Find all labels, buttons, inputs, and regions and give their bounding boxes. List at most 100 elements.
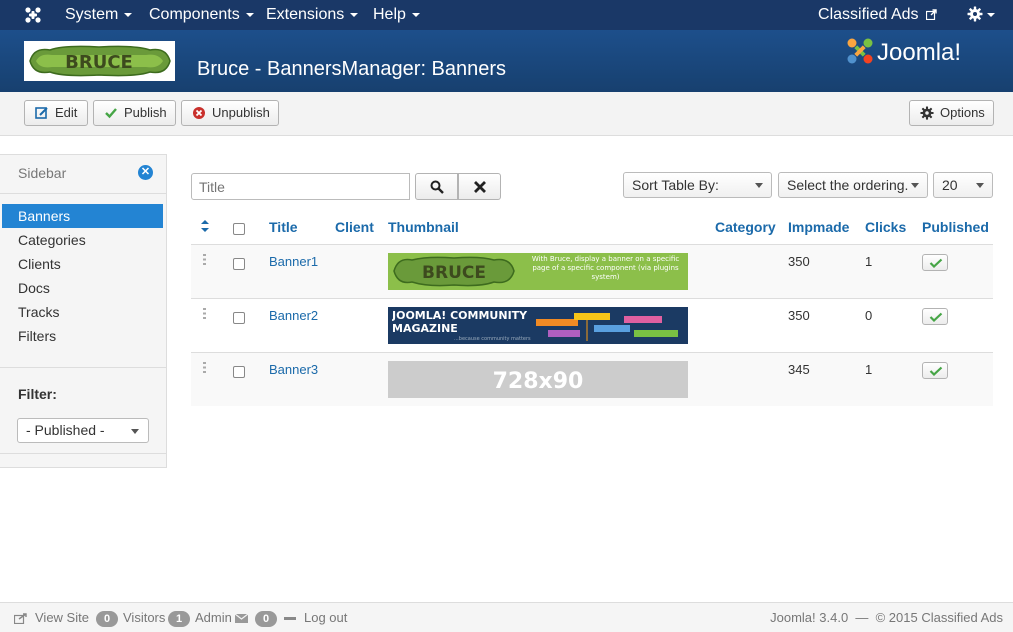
search-icon: [430, 180, 444, 194]
page-header: BRUCE Bruce - BannersManager: Banners Jo…: [0, 30, 1013, 92]
svg-text:728x90: 728x90: [493, 369, 584, 394]
unpublish-icon: [193, 107, 205, 119]
joomla-mark-icon: [847, 38, 873, 64]
admin-label: Admin: [195, 610, 232, 625]
edit-icon: [35, 107, 48, 119]
clicks-value: 1: [865, 254, 873, 269]
menu-help[interactable]: Help: [373, 0, 420, 30]
row-checkbox[interactable]: [233, 258, 245, 270]
edit-button[interactable]: Edit: [24, 100, 88, 126]
visitors-count-badge: 0: [96, 611, 118, 627]
menu-system[interactable]: System: [65, 0, 133, 30]
impmade-value: 350: [788, 254, 810, 269]
sort-icon[interactable]: [200, 219, 210, 233]
banner-thumbnail: 728x90: [388, 361, 688, 398]
options-button[interactable]: Options: [909, 100, 994, 126]
chevron-down-icon: [131, 429, 139, 434]
ordering-select[interactable]: Select the ordering.: [778, 172, 928, 198]
chevron-down-icon: [976, 183, 984, 188]
clear-search-button[interactable]: [458, 173, 501, 200]
messages-count-badge: 0: [255, 611, 277, 627]
sidebar-item-banners[interactable]: Banners: [2, 204, 163, 228]
published-toggle[interactable]: [922, 254, 948, 271]
menu-components[interactable]: Components: [149, 0, 254, 30]
impmade-value: 345: [788, 362, 810, 377]
divider: [0, 453, 166, 454]
brand-logo: BRUCE: [24, 41, 175, 81]
page-title: Bruce - BannersManager: Banners: [197, 58, 507, 80]
publish-button[interactable]: Publish: [93, 100, 176, 126]
clicks-value: 1: [865, 362, 873, 377]
column-published[interactable]: Published: [922, 219, 989, 235]
sort-table-select[interactable]: Sort Table By:: [623, 172, 772, 198]
close-icon: [474, 181, 486, 193]
banner-title-link[interactable]: Banner3: [269, 362, 318, 377]
sidebar-heading: Sidebar: [18, 165, 67, 181]
search-input[interactable]: [191, 173, 410, 200]
top-navbar: System Components Extensions Help Classi…: [0, 0, 1013, 30]
impmade-value: 350: [788, 308, 810, 323]
drag-handle-icon[interactable]: [203, 254, 206, 265]
row-checkbox[interactable]: [233, 312, 245, 324]
published-toggle[interactable]: [922, 362, 948, 379]
check-icon: [929, 312, 943, 322]
drag-handle-icon[interactable]: [203, 308, 206, 319]
published-filter-select[interactable]: - Published -: [17, 418, 149, 443]
close-icon[interactable]: ✕: [138, 165, 153, 180]
menu-extensions[interactable]: Extensions: [266, 0, 359, 30]
joomla-logo: Joomla!: [845, 36, 991, 68]
view-site-icon: [14, 613, 27, 624]
search-button[interactable]: [415, 173, 458, 200]
select-all-checkbox[interactable]: [233, 223, 245, 235]
banner-title-link[interactable]: Banner2: [269, 308, 318, 323]
visitors-label: Visitors: [123, 610, 166, 625]
svg-text:BRUCE: BRUCE: [422, 263, 486, 283]
logout-link[interactable]: Log out: [304, 603, 347, 632]
row-checkbox[interactable]: [233, 366, 245, 378]
filter-label: Filter:: [18, 386, 57, 402]
footer-version: Joomla! 3.4.0 — © 2015 Classified Ads: [770, 610, 1003, 625]
check-icon: [929, 366, 943, 376]
sidebar-item-filters[interactable]: Filters: [2, 324, 163, 348]
sidebar-item-docs[interactable]: Docs: [2, 276, 163, 300]
sidebar-item-tracks[interactable]: Tracks: [2, 300, 163, 324]
check-icon: [929, 258, 943, 268]
sidebar-item-categories[interactable]: Categories: [2, 228, 163, 252]
chevron-down-icon[interactable]: [987, 13, 995, 17]
svg-text:BRUCE: BRUCE: [65, 52, 133, 73]
external-link-icon: [925, 9, 937, 21]
sidebar: Sidebar ✕ Banners Categories Clients Doc…: [0, 154, 167, 468]
banner-title-link[interactable]: Banner1: [269, 254, 318, 269]
column-category[interactable]: Category: [715, 219, 776, 235]
site-link[interactable]: Classified Ads: [818, 0, 937, 30]
svg-text:Joomla!: Joomla!: [877, 39, 961, 66]
joomla-menu-icon[interactable]: [24, 6, 42, 24]
divider: [0, 367, 166, 368]
gear-icon: [920, 106, 934, 120]
column-impmade[interactable]: Impmade: [788, 219, 849, 235]
banner-thumbnail: JOOMLA! COMMUNITY MAGAZINE ...because co…: [388, 307, 688, 344]
toolbar: Edit Publish Unpublish Options: [0, 92, 1013, 136]
envelope-icon[interactable]: [235, 614, 248, 623]
limit-select[interactable]: 20: [933, 172, 993, 198]
logout-icon: [284, 617, 296, 620]
view-site-link[interactable]: View Site: [35, 603, 89, 632]
chevron-down-icon: [911, 183, 919, 188]
column-clicks[interactable]: Clicks: [865, 219, 906, 235]
gear-icon[interactable]: [967, 6, 983, 22]
status-footer: View Site 0 Visitors 1 Admin 0 Log out J…: [0, 602, 1013, 632]
banner-thumbnail: BRUCE With Bruce, display a banner on a …: [388, 253, 688, 290]
svg-text:...because community matters: ...because community matters: [454, 336, 531, 342]
column-thumbnail[interactable]: Thumbnail: [388, 219, 459, 235]
drag-handle-icon[interactable]: [203, 362, 206, 373]
chevron-down-icon: [755, 183, 763, 188]
clicks-value: 0: [865, 308, 873, 323]
admin-count-badge: 1: [168, 611, 190, 627]
column-client[interactable]: Client: [335, 219, 374, 235]
column-title[interactable]: Title: [269, 219, 298, 235]
published-toggle[interactable]: [922, 308, 948, 325]
unpublish-button[interactable]: Unpublish: [181, 100, 279, 126]
check-icon: [105, 108, 117, 119]
sidebar-item-clients[interactable]: Clients: [2, 252, 163, 276]
divider: [0, 193, 166, 194]
